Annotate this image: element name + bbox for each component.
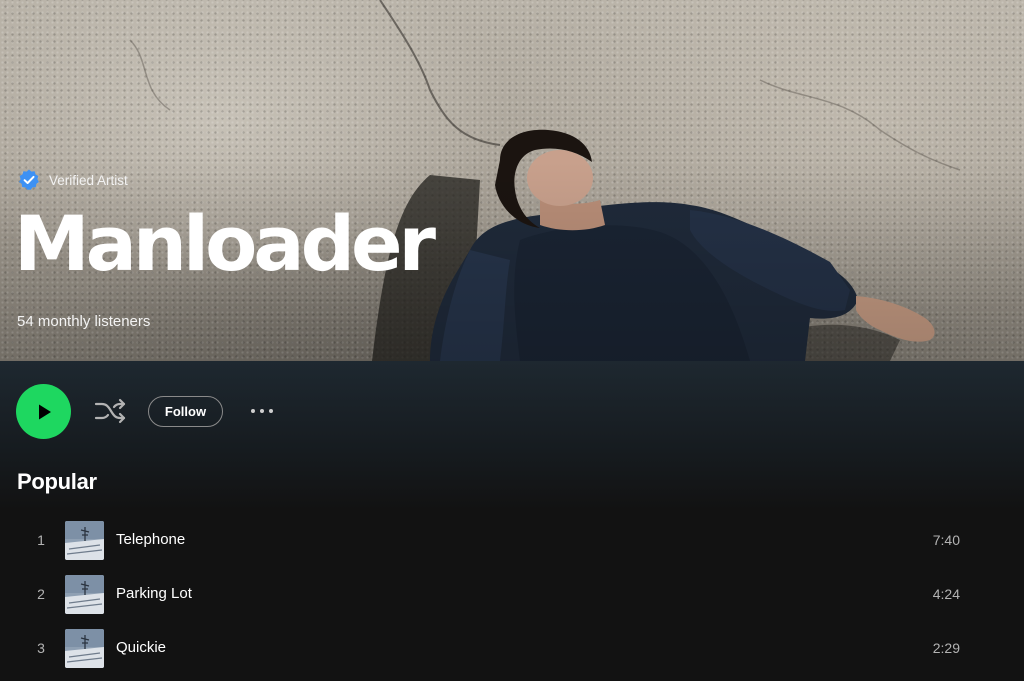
track-number: 2 — [37, 586, 45, 602]
play-button[interactable] — [16, 384, 71, 439]
monthly-listeners: 54 monthly listeners — [17, 313, 151, 330]
track-artwork — [65, 629, 104, 668]
more-options-icon — [269, 409, 273, 413]
track-artwork — [65, 575, 104, 614]
popular-heading: Popular — [17, 469, 97, 494]
more-options-icon — [251, 409, 255, 413]
track-title: Telephone — [116, 531, 186, 548]
popular-track-list: 1 Telephone 7:40 2 Parking Lot 4:24 3 Qu… — [0, 513, 1024, 675]
track-row[interactable]: 1 Telephone 7:40 — [0, 513, 1024, 567]
more-options-icon — [260, 409, 264, 413]
more-options-button[interactable] — [247, 400, 277, 422]
track-row[interactable]: 2 Parking Lot 4:24 — [0, 567, 1024, 621]
verified-badge-icon — [19, 169, 39, 190]
track-duration: 7:40 — [932, 532, 960, 548]
track-number: 1 — [37, 532, 45, 548]
track-title: Parking Lot — [116, 585, 192, 602]
artist-page: Verified Artist Manloader 54 monthly lis… — [0, 0, 1024, 681]
track-number: 3 — [37, 640, 45, 656]
track-row[interactable]: 3 Quickie 2:29 — [0, 621, 1024, 675]
artist-name: Manloader — [14, 199, 436, 288]
follow-button[interactable]: Follow — [148, 396, 223, 427]
shuffle-button[interactable] — [92, 395, 128, 427]
track-duration: 4:24 — [932, 586, 960, 602]
track-duration: 2:29 — [932, 640, 960, 656]
action-bar-background — [0, 361, 1024, 511]
verified-artist: Verified Artist — [17, 168, 128, 192]
verified-label: Verified Artist — [49, 172, 128, 188]
track-title: Quickie — [116, 639, 167, 656]
track-artwork — [65, 521, 104, 560]
artist-header-image: Verified Artist Manloader 54 monthly lis… — [0, 0, 1024, 361]
play-icon — [38, 404, 51, 419]
shuffle-icon — [94, 398, 126, 424]
